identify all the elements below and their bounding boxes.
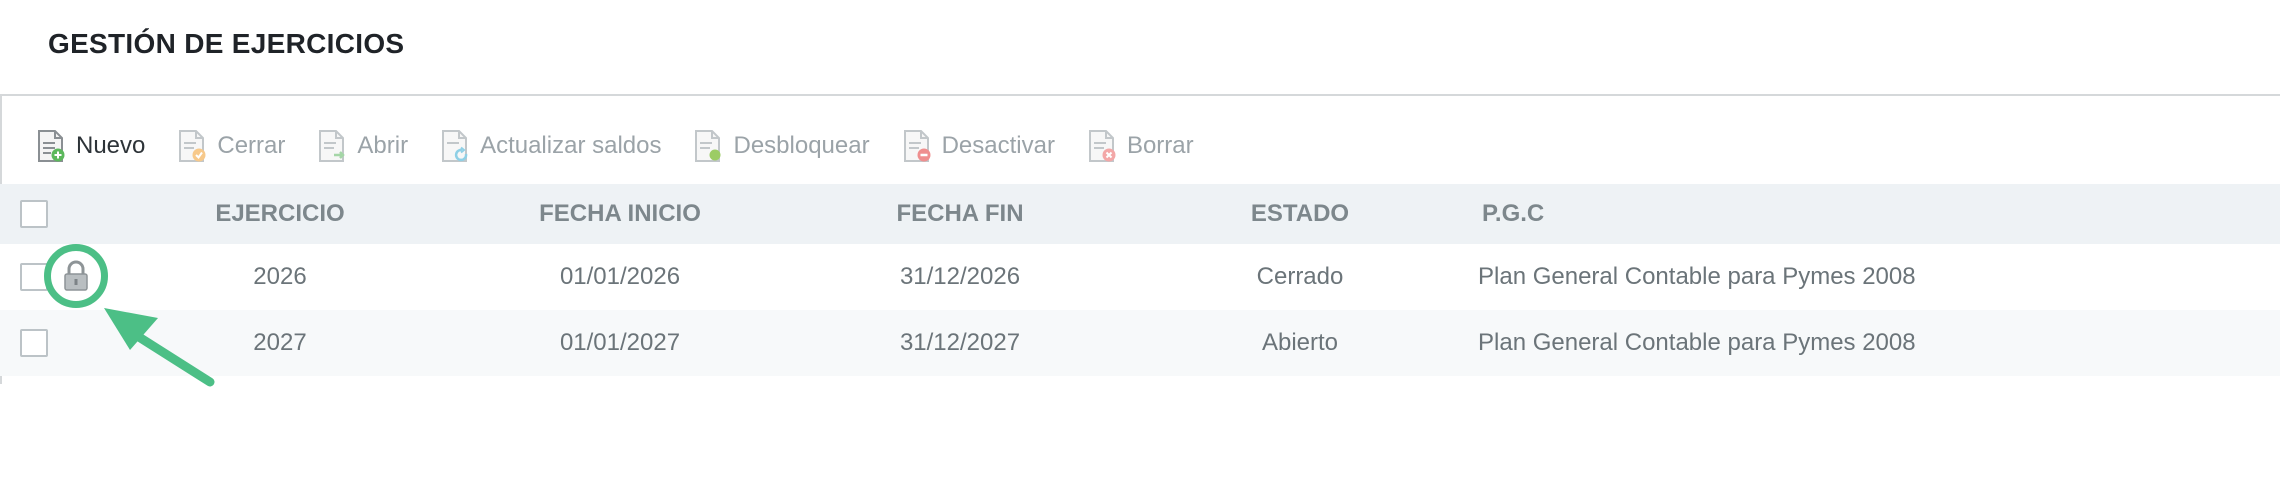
actualizar-saldos-button[interactable]: Actualizar saldos — [440, 129, 661, 163]
toolbar: Nuevo Cerrar Abrir Actualizar saldos Des… — [36, 126, 1194, 166]
cell-pgc: Plan General Contable para Pymes 2008 — [1478, 329, 1916, 356]
actualizar-saldos-label: Actualizar saldos — [480, 132, 662, 159]
cerrar-label: Cerrar — [217, 132, 286, 159]
cell-pgc: Plan General Contable para Pymes 2008 — [1478, 263, 1916, 290]
page-title: GESTIÓN DE EJERCICIOS — [48, 28, 405, 59]
header-estado[interactable]: ESTADO — [1200, 184, 1400, 244]
cell-fecha-inicio: 01/01/2027 — [559, 329, 681, 356]
doc-close-icon — [179, 130, 206, 162]
lock-icon[interactable] — [61, 260, 91, 292]
desbloquear-button[interactable]: Desbloquear — [693, 129, 870, 163]
doc-deactivate-icon — [903, 130, 931, 162]
header-fecha-inicio[interactable]: FECHA INICIO — [520, 184, 720, 244]
doc-unlock-icon — [695, 130, 721, 162]
abrir-button[interactable]: Abrir — [317, 129, 408, 163]
lock-highlight-circle — [44, 244, 108, 308]
cell-fecha-fin: 31/12/2027 — [899, 329, 1021, 356]
row-checkbox[interactable] — [20, 329, 48, 357]
cell-ejercicio: 2026 — [253, 263, 307, 290]
header-pgc[interactable]: P.G.C — [1482, 184, 2242, 244]
doc-refresh-icon — [442, 130, 468, 162]
select-all-checkbox[interactable] — [20, 200, 48, 228]
cell-fecha-fin: 31/12/2026 — [899, 263, 1021, 290]
doc-delete-icon — [1088, 130, 1116, 162]
table-header: EJERCICIO FECHA INICIO FECHA FIN ESTADO … — [0, 184, 2280, 244]
ejercicios-table: EJERCICIO FECHA INICIO FECHA FIN ESTADO … — [0, 184, 2280, 376]
abrir-label: Abrir — [357, 132, 409, 159]
header-fecha-fin[interactable]: FECHA FIN — [860, 184, 1060, 244]
nuevo-button[interactable]: Nuevo — [36, 129, 145, 163]
cell-ejercicio: 2027 — [253, 329, 307, 356]
borrar-label: Borrar — [1126, 132, 1194, 159]
nuevo-label: Nuevo — [76, 132, 146, 159]
header-ejercicio[interactable]: EJERCICIO — [180, 184, 380, 244]
borrar-button[interactable]: Borrar — [1087, 129, 1194, 163]
desactivar-button[interactable]: Desactivar — [902, 129, 1055, 163]
cell-estado: Abierto — [1261, 329, 1339, 356]
desbloquear-label: Desbloquear — [733, 132, 870, 159]
table-row[interactable]: 2026 01/01/2026 31/12/2026 Cerrado Plan … — [0, 244, 2280, 310]
table-row[interactable]: 2027 01/01/2027 31/12/2027 Abierto Plan … — [0, 310, 2280, 376]
doc-open-icon — [319, 130, 346, 162]
doc-add-icon — [38, 130, 65, 162]
cerrar-button[interactable]: Cerrar — [177, 129, 285, 163]
cell-fecha-inicio: 01/01/2026 — [559, 263, 681, 290]
cell-estado: Cerrado — [1256, 263, 1344, 290]
desactivar-label: Desactivar — [941, 132, 1055, 159]
